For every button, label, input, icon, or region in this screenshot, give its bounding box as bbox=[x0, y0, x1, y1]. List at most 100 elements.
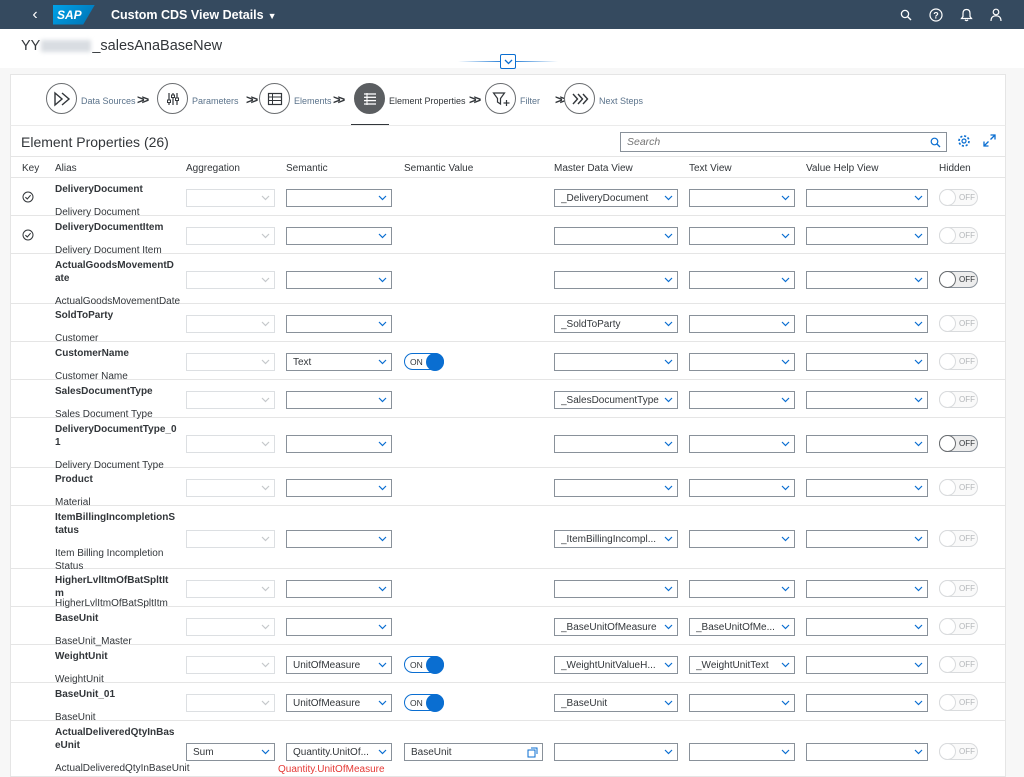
settings-gear-icon[interactable] bbox=[957, 134, 973, 150]
toggle-label: OFF bbox=[959, 395, 975, 404]
collapse-header-button[interactable] bbox=[500, 54, 516, 69]
semantic-value-toggle[interactable]: ON bbox=[404, 655, 444, 674]
text-view-select[interactable] bbox=[689, 227, 795, 245]
semantic-select[interactable] bbox=[286, 189, 392, 207]
value-help-view-select[interactable] bbox=[806, 189, 928, 207]
semantic-value-toggle[interactable]: ON bbox=[404, 693, 444, 712]
text-view-select[interactable] bbox=[689, 391, 795, 409]
semantic-select[interactable] bbox=[286, 479, 392, 497]
toggle-knob bbox=[939, 435, 956, 452]
master-data-view-select[interactable]: _BaseUnit bbox=[554, 694, 678, 712]
step-parameters[interactable]: Parameters bbox=[157, 83, 239, 114]
step-next-steps[interactable]: Next Steps bbox=[564, 83, 643, 114]
master-data-view-select[interactable]: _ItemBillingIncompl... bbox=[554, 530, 678, 548]
text-view-select[interactable] bbox=[689, 353, 795, 371]
search-field[interactable] bbox=[620, 132, 947, 152]
value-help-view-select[interactable] bbox=[806, 227, 928, 245]
value-help-view-select[interactable] bbox=[806, 530, 928, 548]
master-data-view-select[interactable]: _BaseUnitOfMeasure bbox=[554, 618, 678, 636]
master-data-view-select[interactable] bbox=[554, 479, 678, 497]
select-value: UnitOfMeasure bbox=[293, 659, 361, 671]
master-data-view-select[interactable] bbox=[554, 353, 678, 371]
hidden-toggle: OFF bbox=[939, 227, 978, 244]
text-view-select[interactable] bbox=[689, 271, 795, 289]
table-row: DeliveryDocumentItem Delivery Document It… bbox=[11, 216, 1005, 256]
master-data-view-select[interactable]: _WeightUnitValueH... bbox=[554, 656, 678, 674]
semantic-select[interactable]: Quantity.UnitOf... bbox=[286, 743, 392, 761]
master-data-view-select[interactable] bbox=[554, 580, 678, 598]
step-filter[interactable]: Filter bbox=[485, 83, 540, 114]
semantic-value-toggle[interactable]: ON bbox=[404, 352, 444, 371]
search-icon[interactable] bbox=[927, 134, 943, 150]
semantic-select[interactable] bbox=[286, 227, 392, 245]
text-view-select[interactable] bbox=[689, 743, 795, 761]
semantic-select[interactable] bbox=[286, 271, 392, 289]
value-help-view-select[interactable] bbox=[806, 391, 928, 409]
semantic-select[interactable] bbox=[286, 580, 392, 598]
semantic-select[interactable]: UnitOfMeasure bbox=[286, 656, 392, 674]
text-view-select[interactable] bbox=[689, 580, 795, 598]
value-help-view-select[interactable] bbox=[806, 743, 928, 761]
master-data-view-select[interactable] bbox=[554, 227, 678, 245]
text-view-select[interactable] bbox=[689, 479, 795, 497]
value-help-view-select[interactable] bbox=[806, 580, 928, 598]
chevron-down-icon bbox=[659, 581, 677, 597]
semantic-select[interactable] bbox=[286, 530, 392, 548]
chevron-down-icon bbox=[256, 657, 274, 673]
master-data-view-select[interactable] bbox=[554, 271, 678, 289]
master-data-view-select[interactable] bbox=[554, 435, 678, 453]
text-view-select[interactable] bbox=[689, 435, 795, 453]
chevron-down-icon bbox=[909, 436, 927, 452]
step-element-properties[interactable]: Element Properties bbox=[354, 83, 466, 114]
text-view-select[interactable] bbox=[689, 189, 795, 207]
value-help-view-select[interactable] bbox=[806, 694, 928, 712]
chevron-down-icon bbox=[909, 316, 927, 332]
hidden-toggle: OFF bbox=[939, 479, 978, 496]
back-button[interactable]: ‹ bbox=[25, 0, 45, 29]
master-data-view-select[interactable]: _SalesDocumentType bbox=[554, 391, 678, 409]
value-help-view-select[interactable] bbox=[806, 315, 928, 333]
search-icon[interactable] bbox=[898, 7, 914, 23]
toggle-knob bbox=[939, 271, 956, 288]
semantic-select[interactable] bbox=[286, 618, 392, 636]
app-title-menu[interactable]: Custom CDS View Details ▼ bbox=[111, 8, 277, 22]
step-data-sources[interactable]: Data Sources bbox=[46, 83, 136, 114]
fullscreen-icon[interactable] bbox=[983, 134, 999, 150]
toggle-label: OFF bbox=[959, 357, 975, 366]
select-value: _BaseUnitOfMe... bbox=[696, 621, 775, 633]
user-profile-icon[interactable] bbox=[988, 7, 1004, 23]
select-value: _BaseUnitOfMeasure bbox=[561, 621, 657, 633]
semantic-select[interactable] bbox=[286, 435, 392, 453]
semantic-select[interactable] bbox=[286, 391, 392, 409]
semantic-select[interactable] bbox=[286, 315, 392, 333]
value-help-view-select[interactable] bbox=[806, 618, 928, 636]
notifications-bell-icon[interactable] bbox=[958, 7, 974, 23]
value-help-view-select[interactable] bbox=[806, 271, 928, 289]
master-data-view-select[interactable]: _SoldToParty bbox=[554, 315, 678, 333]
semantic-select[interactable]: Text bbox=[286, 353, 392, 371]
value-help-view-select[interactable] bbox=[806, 435, 928, 453]
chevron-down-icon bbox=[776, 531, 794, 547]
hidden-toggle[interactable]: OFF bbox=[939, 271, 978, 288]
chevron-down-icon bbox=[373, 581, 391, 597]
step-elements[interactable]: Elements bbox=[259, 83, 332, 114]
toggle-label: OFF bbox=[959, 439, 975, 448]
value-help-view-select[interactable] bbox=[806, 353, 928, 371]
semantic-value-input[interactable]: BaseUnit bbox=[404, 743, 543, 761]
master-data-view-select[interactable] bbox=[554, 743, 678, 761]
text-view-select[interactable] bbox=[689, 530, 795, 548]
text-view-select[interactable] bbox=[689, 694, 795, 712]
help-icon[interactable]: ? bbox=[928, 7, 944, 23]
search-input[interactable] bbox=[621, 136, 927, 148]
text-view-select[interactable]: _BaseUnitOfMe... bbox=[689, 618, 795, 636]
text-view-select[interactable]: _WeightUnitText bbox=[689, 656, 795, 674]
chevron-down-icon bbox=[256, 228, 274, 244]
text-view-select[interactable] bbox=[689, 315, 795, 333]
hidden-toggle[interactable]: OFF bbox=[939, 435, 978, 452]
value-help-view-select[interactable] bbox=[806, 479, 928, 497]
master-data-view-select[interactable]: _DeliveryDocument bbox=[554, 189, 678, 207]
aggregation-select[interactable]: Sum bbox=[186, 743, 275, 761]
value-help-icon[interactable] bbox=[524, 744, 540, 760]
value-help-view-select[interactable] bbox=[806, 656, 928, 674]
semantic-select[interactable]: UnitOfMeasure bbox=[286, 694, 392, 712]
